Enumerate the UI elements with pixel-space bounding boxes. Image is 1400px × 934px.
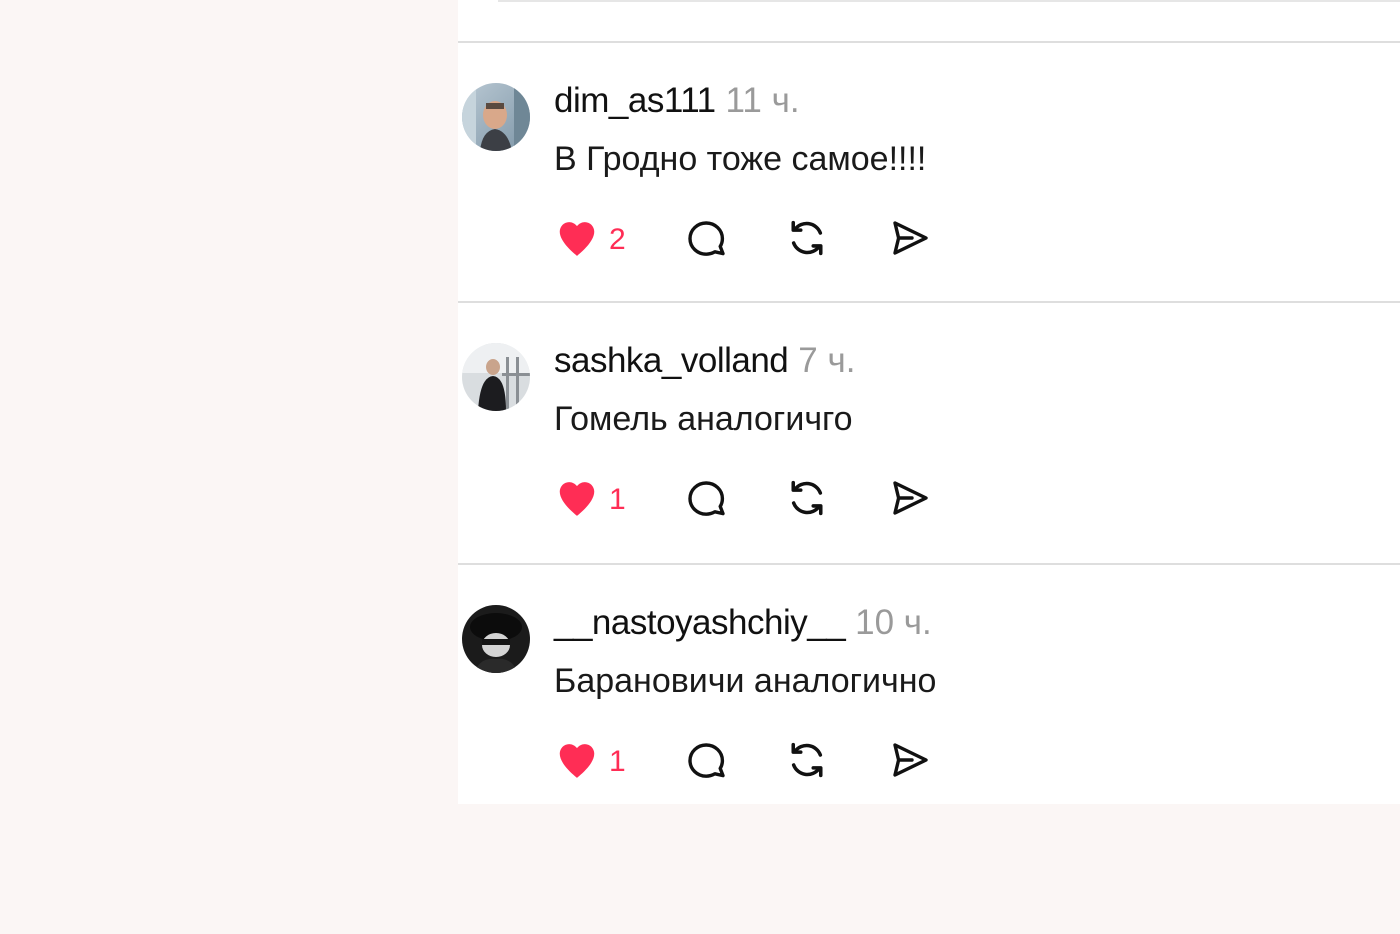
share-icon [886,214,934,267]
reply-button[interactable] [682,475,730,525]
timestamp[interactable]: 10 ч. [855,603,932,642]
avatar[interactable] [462,83,530,151]
comment-text: Барановичи аналогично [554,662,937,700]
comment-icon [682,474,730,527]
page: dim_as111 11 ч. В Гродно тоже самое!!!! 2 [0,0,1400,934]
repost-icon [782,473,832,528]
comment-text: Гомель аналогичго [554,400,853,438]
comment-icon [682,214,730,267]
username-link[interactable]: __nastoyashchiy__ [554,603,846,642]
comment-icon [682,736,730,789]
share-icon [886,474,934,527]
username-link[interactable]: dim_as111 [554,81,716,120]
comment-post: __nastoyashchiy__ 10 ч. Барановичи аналог… [458,565,1400,825]
timestamp[interactable]: 7 ч. [798,341,855,380]
avatar[interactable] [462,605,530,673]
heart-filled-icon [554,215,600,266]
comment-post: sashka_volland 7 ч. Гомель аналогичго 1 [458,303,1400,563]
action-bar: 2 [554,215,994,265]
like-button[interactable]: 1 [554,737,626,787]
repost-icon [782,735,832,790]
comment-feed: dim_as111 11 ч. В Гродно тоже самое!!!! 2 [458,0,1400,804]
share-icon [886,736,934,789]
share-button[interactable] [886,475,934,525]
share-button[interactable] [886,737,934,787]
like-count: 1 [609,745,626,778]
repost-button[interactable] [782,475,832,525]
avatar[interactable] [462,343,530,411]
like-count: 2 [609,223,626,256]
action-bar: 1 [554,475,994,525]
action-bar: 1 [554,737,994,787]
like-count: 1 [609,483,626,516]
like-button[interactable]: 1 [554,475,626,525]
comment-post: dim_as111 11 ч. В Гродно тоже самое!!!! 2 [458,43,1400,303]
heart-filled-icon [554,737,600,788]
comment-header: __nastoyashchiy__ 10 ч. [554,601,932,645]
heart-filled-icon [554,475,600,526]
reply-button[interactable] [682,737,730,787]
comment-header: dim_as111 11 ч. [554,79,800,123]
repost-button[interactable] [782,737,832,787]
username-link[interactable]: sashka_volland [554,341,789,380]
comment-text: В Гродно тоже самое!!!! [554,140,927,178]
top-divider [498,0,1400,2]
repost-button[interactable] [782,215,832,265]
reply-button[interactable] [682,215,730,265]
repost-icon [782,213,832,268]
like-button[interactable]: 2 [554,215,626,265]
timestamp[interactable]: 11 ч. [726,81,800,120]
comment-header: sashka_volland 7 ч. [554,339,855,383]
share-button[interactable] [886,215,934,265]
